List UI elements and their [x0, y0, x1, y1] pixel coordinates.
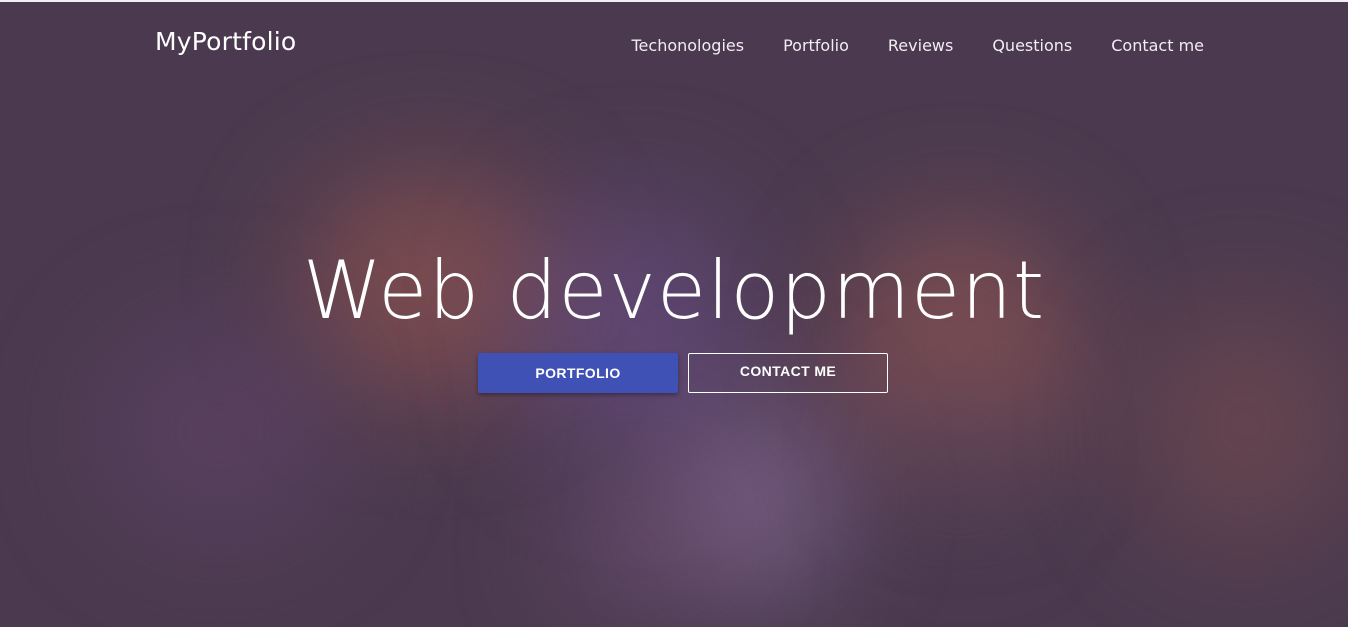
nav-link-portfolio[interactable]: Portfolio — [783, 36, 849, 55]
contact-me-button[interactable]: CONTACT ME — [688, 353, 888, 393]
navbar: MyPortfolio Techonologies Portfolio Revi… — [0, 2, 1348, 88]
portfolio-button[interactable]: PORTFOLIO — [478, 353, 678, 393]
background-blur-blob — [1130, 300, 1348, 550]
background-blur-blob — [560, 480, 720, 610]
nav-link-questions[interactable]: Questions — [992, 36, 1072, 55]
nav-link-reviews[interactable]: Reviews — [888, 36, 953, 55]
hero-title: Web development — [302, 244, 1046, 337]
brand-logo-link[interactable]: MyPortfolio — [155, 27, 296, 56]
background-blur-blob — [100, 320, 340, 540]
background-blur-blob — [900, 380, 1020, 520]
nav-link-technologies[interactable]: Techonologies — [632, 36, 745, 55]
nav-link-contact[interactable]: Contact me — [1111, 36, 1204, 55]
nav-menu: Techonologies Portfolio Reviews Question… — [632, 36, 1205, 55]
